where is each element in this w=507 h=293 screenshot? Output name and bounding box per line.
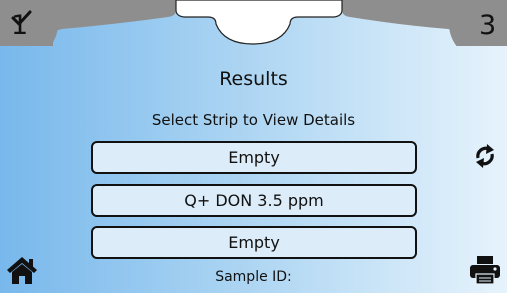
strip-3-button[interactable]: Empty <box>91 226 417 259</box>
home-icon[interactable] <box>6 255 38 285</box>
step-progress-background <box>0 0 507 46</box>
step-progress-bar: 1 3 <box>0 0 507 46</box>
checkmark-icon <box>11 10 32 26</box>
page-subtitle: Select Strip to View Details <box>151 111 356 129</box>
step-3-label: 3 <box>479 10 497 41</box>
sample-id-label: Sample ID: <box>215 269 292 285</box>
strip-2-button[interactable]: Q+ DON 3.5 ppm <box>91 184 417 217</box>
refresh-icon[interactable] <box>470 141 500 171</box>
page-title: Results <box>219 68 288 90</box>
strip-1-button[interactable]: Empty <box>91 141 417 174</box>
results-screen: 1 3 Results Select Strip to View Details… <box>0 0 507 293</box>
printer-icon[interactable] <box>468 255 502 285</box>
